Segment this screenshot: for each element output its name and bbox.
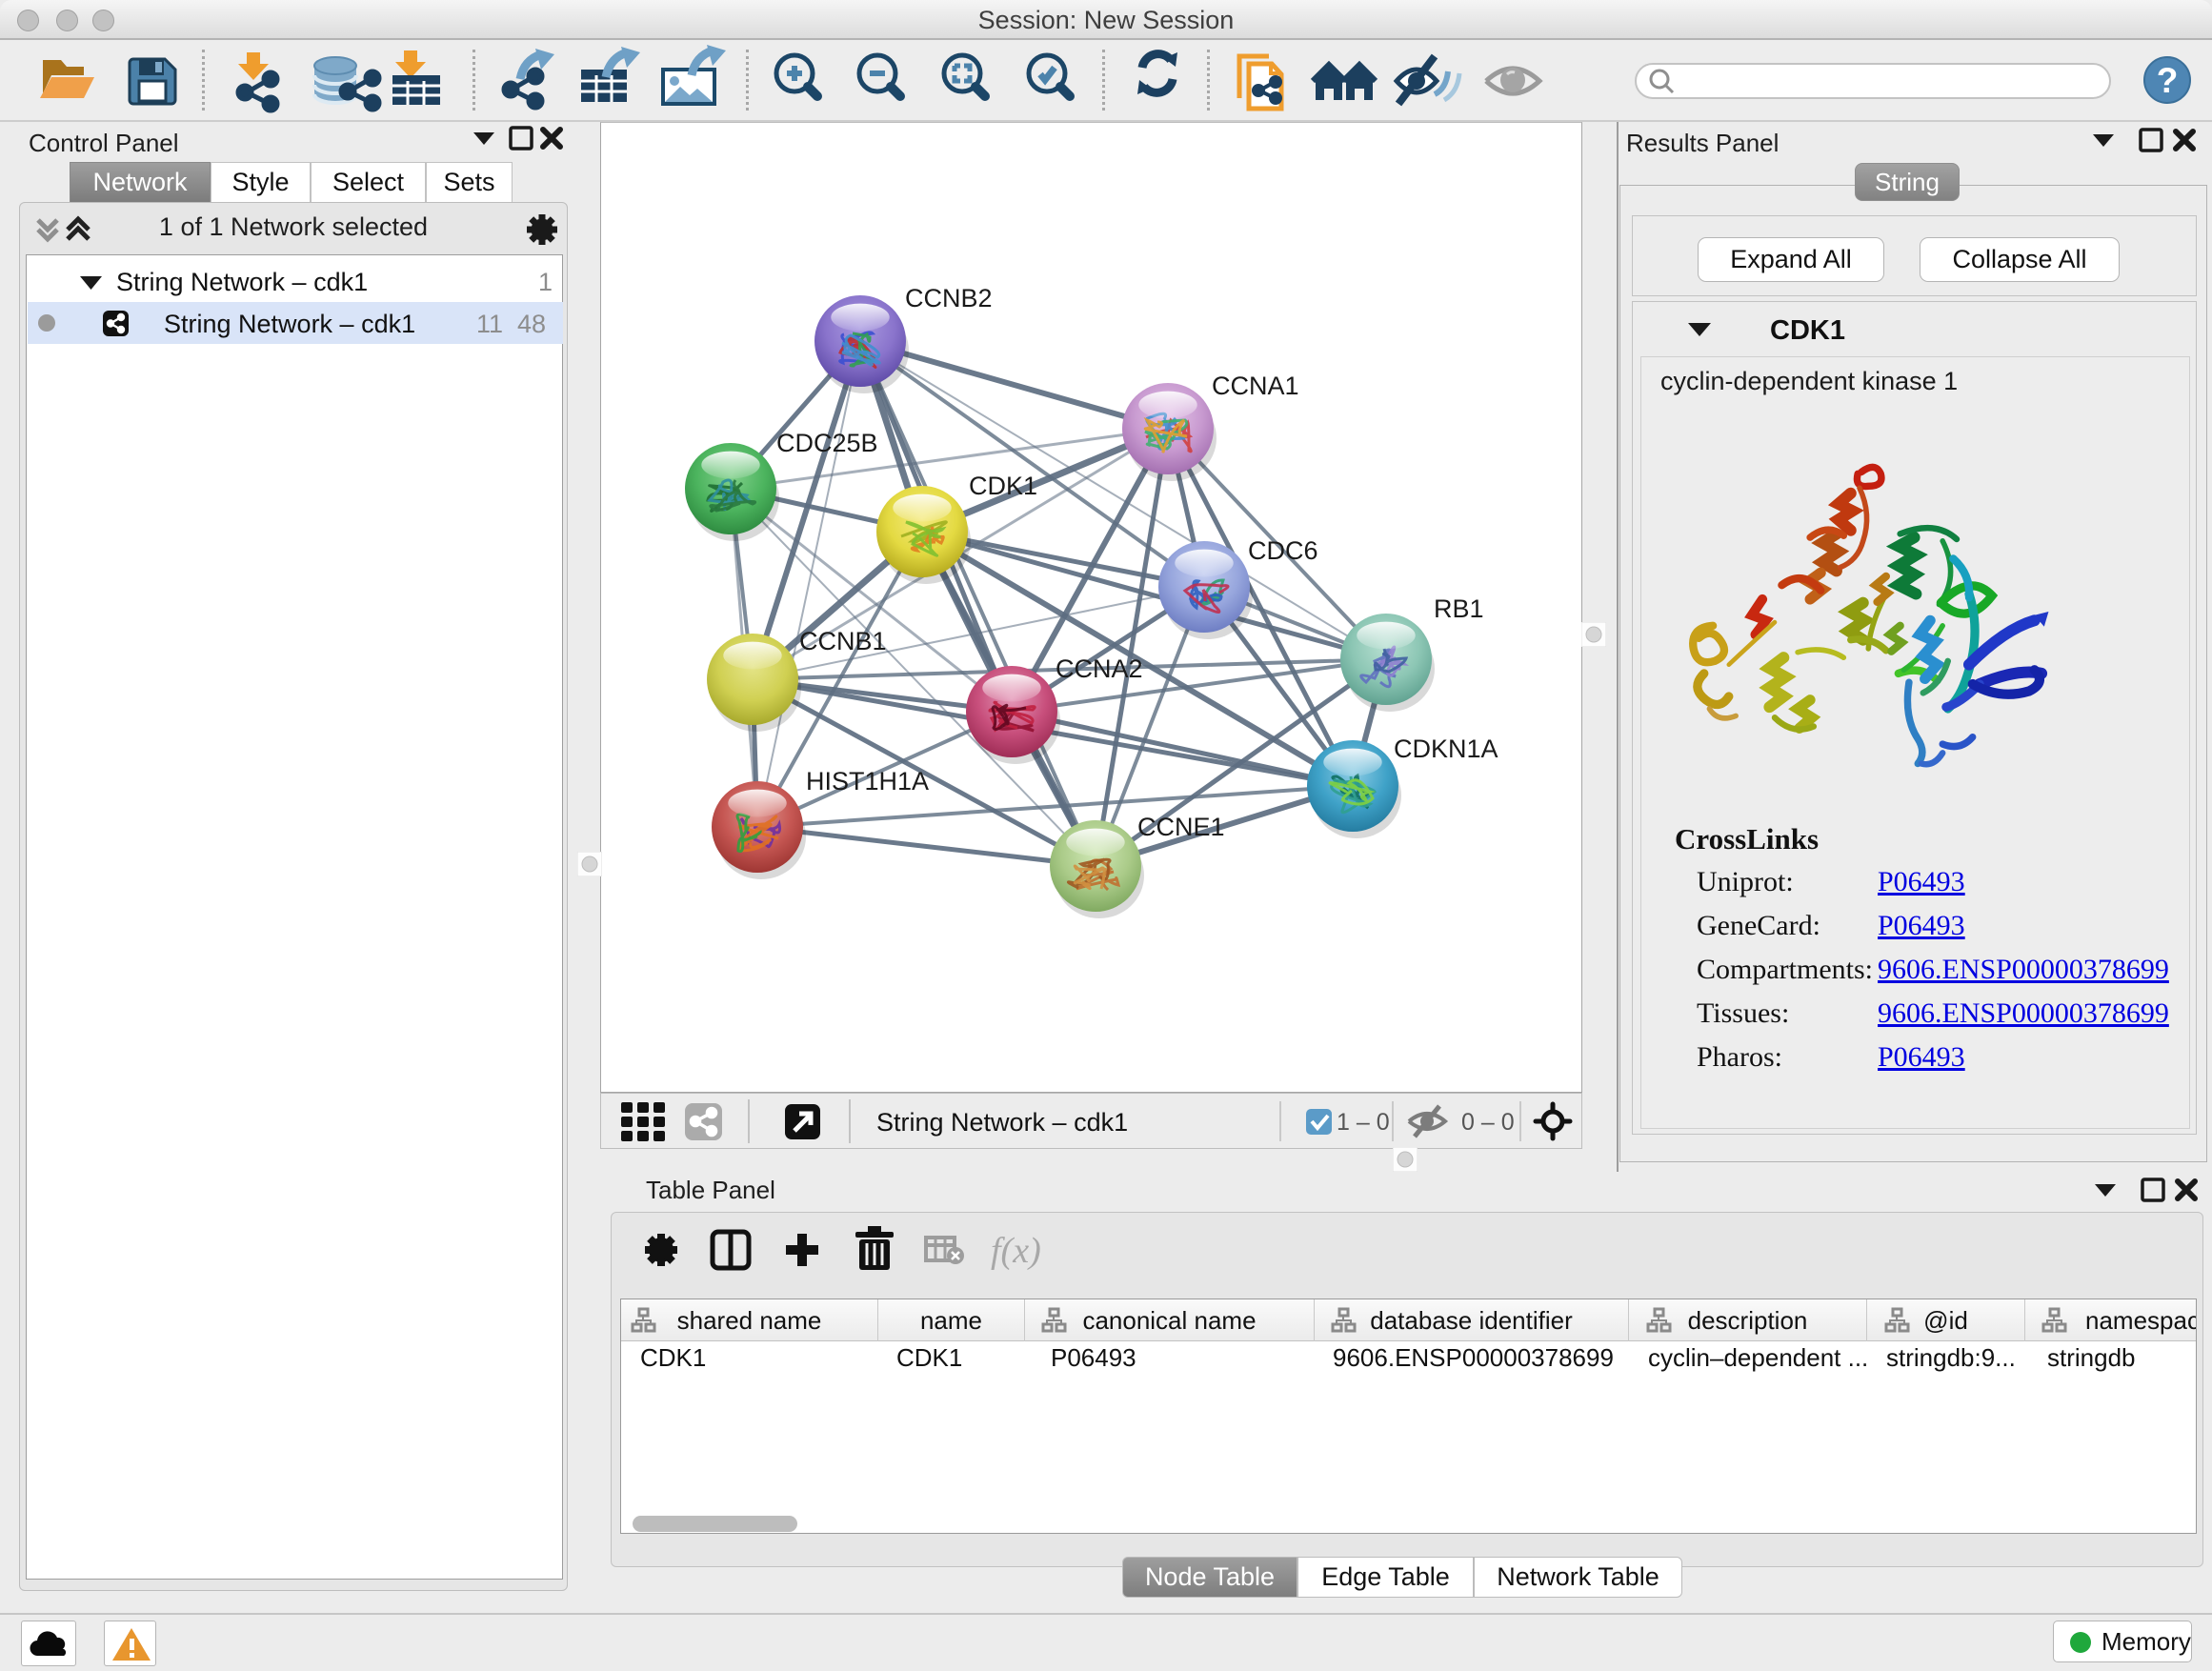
svg-text:CCNA1: CCNA1 [1212,372,1299,400]
svg-text:CCNA2: CCNA2 [1056,654,1143,683]
svg-text:RB1: RB1 [1434,594,1484,623]
svg-text:CDKN1A: CDKN1A [1394,735,1498,763]
svg-text:CCNB2: CCNB2 [905,284,993,312]
svg-text:CCNE1: CCNE1 [1137,813,1225,841]
svg-text:CCNB1: CCNB1 [799,627,887,655]
svg-text:CDC6: CDC6 [1248,536,1318,565]
svg-text:CDK1: CDK1 [969,472,1037,500]
svg-text:HIST1H1A: HIST1H1A [806,767,929,795]
svg-text:f(x): f(x) [991,1231,1041,1271]
svg-text:0 – 0: 0 – 0 [1461,1109,1515,1136]
svg-text:?: ? [2157,61,2179,100]
svg-text:CDC25B: CDC25B [776,429,878,457]
svg-text:String Network – cdk1: String Network – cdk1 [876,1108,1128,1137]
svg-text:1 – 0: 1 – 0 [1337,1109,1390,1136]
